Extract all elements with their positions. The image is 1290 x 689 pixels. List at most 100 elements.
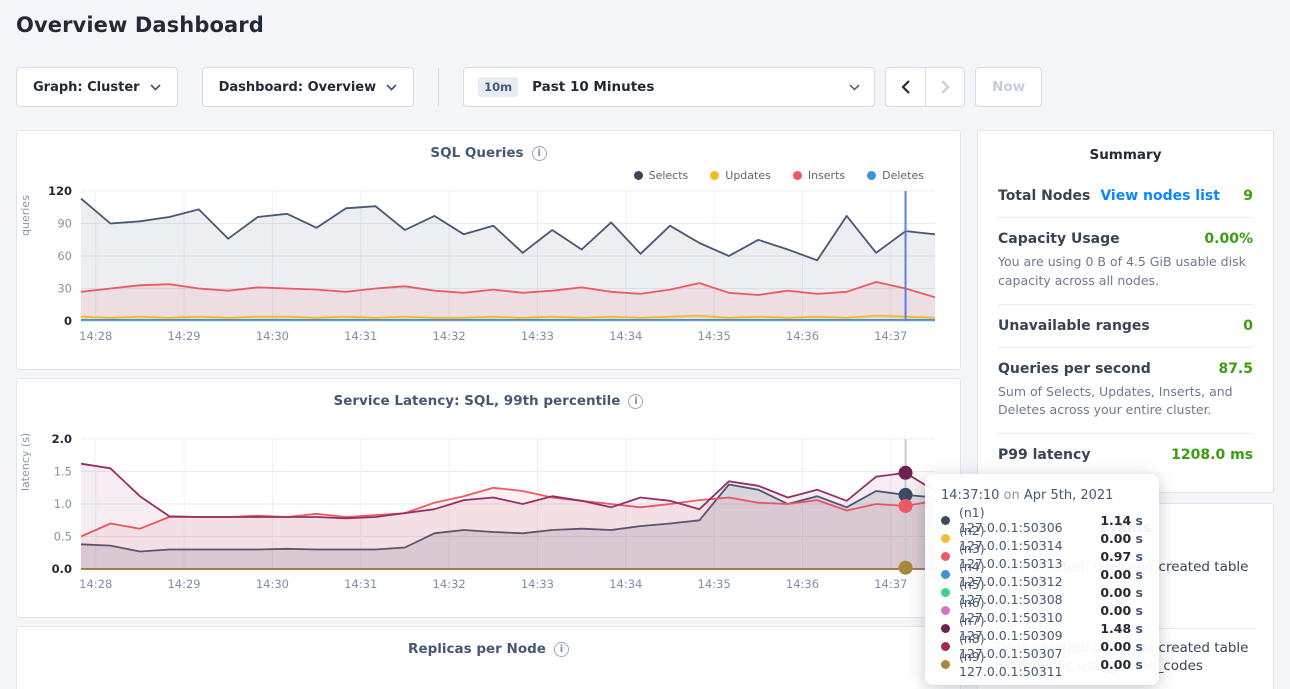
tooltip-node-value: 0.00 s (1100, 657, 1143, 672)
tooltip-node-label: (n9) 127.0.0.1:50311 (959, 649, 1090, 679)
chart-title-text: Service Latency: SQL, 99th percentile (334, 393, 621, 409)
summary-metric-row: P99 latency1208.0 ms (998, 447, 1253, 463)
x-axis-tick: 14:32 (433, 329, 466, 343)
replicas-per-node-title: Replicas per Node i (29, 641, 948, 657)
dashboard-dropdown-label: Dashboard: Overview (219, 80, 377, 95)
legend-label: Selects (649, 169, 689, 182)
tooltip-time: 14:37:10 (941, 488, 999, 503)
summary-metric-value: 9 (1243, 188, 1253, 204)
service-latency-title: Service Latency: SQL, 99th percentile i (29, 393, 948, 409)
service-latency-panel: Service Latency: SQL, 99th percentile i … (16, 378, 961, 618)
y-axis-tick: 0.0 (52, 562, 72, 576)
tooltip-node-value: 0.00 s (1100, 585, 1143, 600)
summary-metric-label: P99 latency (998, 447, 1090, 463)
dashboard-dropdown[interactable]: Dashboard: Overview (202, 67, 415, 107)
x-axis-tick: 14:36 (786, 577, 819, 591)
y-axis-tick: 120 (48, 184, 72, 198)
chevron-right-icon (941, 80, 950, 94)
node-color-dot (941, 642, 950, 651)
overview-dashboard-page: Overview Dashboard Graph: Cluster Dashbo… (0, 0, 1290, 689)
chart-title-text: SQL Queries (430, 145, 523, 161)
legend-item-deletes: Deletes (867, 167, 924, 183)
now-button[interactable]: Now (975, 67, 1042, 107)
chart-hover-tooltip: 14:37:10 on Apr 5th, 2021 (n1) 127.0.0.1… (925, 474, 1159, 685)
node-color-dot (941, 552, 950, 561)
summary-metric-row: Unavailable ranges 0 (998, 318, 1253, 334)
y-axis-tick: 0.5 (54, 530, 72, 544)
x-axis-tick: 14:29 (167, 329, 200, 343)
chevron-left-icon (901, 80, 910, 94)
info-icon[interactable]: i (628, 394, 643, 409)
chart-title-text: Replicas per Node (408, 641, 546, 657)
tooltip-node-unit: s (1131, 567, 1143, 582)
tooltip-rows: (n1) 127.0.0.1:503061.14 s(n2) 127.0.0.1… (941, 511, 1143, 673)
view-nodes-list-link[interactable]: View nodes list (1100, 188, 1220, 204)
time-step-buttons (885, 67, 965, 107)
summary-metric-value: 0.00% (1204, 231, 1253, 247)
summary-metric-row: Capacity Usage 0.00% (998, 231, 1253, 247)
y-axis-tick: 90 (57, 217, 72, 231)
y-axis-tick: 1.0 (54, 497, 72, 511)
summary-metric-label: Total Nodes (998, 188, 1090, 204)
tooltip-node-unit: s (1131, 621, 1143, 636)
legend-label: Inserts (808, 169, 845, 182)
y-axis-unit-label: latency (s) (19, 433, 32, 491)
info-icon[interactable]: i (554, 642, 569, 657)
tooltip-date: Apr 5th, 2021 (1024, 488, 1114, 503)
sql-queries-title: SQL Queries i (29, 145, 948, 161)
y-axis-tick: 60 (57, 249, 72, 263)
x-axis-tick: 14:35 (698, 329, 731, 343)
graph-dropdown-label: Graph: Cluster (33, 80, 140, 95)
legend-label: Updates (725, 169, 771, 182)
y-axis-tick: 2.0 (52, 432, 72, 446)
tooltip-connector: on (1004, 488, 1020, 503)
charts-column: SQL Queries i Selects Updates Inserts Delet… (16, 130, 961, 689)
x-axis-tick: 14:31 (344, 329, 377, 343)
legend-item-updates: Updates (710, 167, 771, 183)
legend-label: Deletes (882, 169, 924, 182)
summary-panel: Summary Total NodesView nodes list9Capac… (977, 130, 1274, 493)
node-color-dot (941, 570, 950, 579)
time-range-badge: 10m (478, 77, 518, 97)
summary-metric-subtext: Sum of Selects, Updates, Inserts, and De… (998, 383, 1253, 421)
legend-item-selects: Selects (634, 167, 689, 183)
summary-metric-row: Queries per second87.5 (998, 361, 1253, 377)
tooltip-node-unit: s (1131, 657, 1143, 672)
summary-metric-label: Queries per second (998, 361, 1151, 377)
chevron-down-icon (386, 84, 397, 91)
sql-queries-chart[interactable]: 030609012014:2814:2914:3014:3114:3214:33… (29, 183, 948, 355)
x-axis-tick: 14:30 (256, 329, 289, 343)
toolbar-divider (438, 68, 439, 106)
legend-dot (867, 171, 876, 180)
tooltip-node-row: (n9) 127.0.0.1:503110.00 s (941, 655, 1143, 673)
x-axis-tick: 14:34 (609, 329, 642, 343)
chevron-down-icon (150, 84, 161, 91)
time-prev-button[interactable] (885, 67, 925, 107)
time-range-dropdown[interactable]: 10m Past 10 Minutes (463, 67, 875, 107)
tooltip-node-value: 1.14 s (1100, 513, 1143, 528)
node-color-dot (941, 516, 950, 525)
x-axis-tick: 14:30 (256, 577, 289, 591)
x-axis-tick: 14:37 (874, 329, 907, 343)
summary-metric-value: 0 (1243, 318, 1253, 334)
legend-dot (710, 171, 719, 180)
x-axis-tick: 14:28 (79, 329, 112, 343)
tooltip-node-unit: s (1131, 549, 1143, 564)
x-axis-tick: 14:37 (874, 577, 907, 591)
tooltip-node-value: 0.00 s (1100, 603, 1143, 618)
service-latency-chart[interactable]: 0.00.51.01.52.014:2814:2914:3014:3114:32… (29, 431, 948, 603)
info-icon[interactable]: i (532, 146, 547, 161)
y-axis-tick: 0 (64, 314, 72, 328)
replicas-per-node-panel: Replicas per Node i (16, 626, 961, 689)
sql-queries-legend: Selects Updates Inserts Deletes (29, 161, 948, 183)
legend-item-inserts: Inserts (793, 167, 845, 183)
summary-metric-label: Unavailable ranges (998, 318, 1150, 334)
legend-dot (634, 171, 643, 180)
summary-metric-label: Capacity Usage (998, 231, 1120, 247)
time-next-button[interactable] (925, 67, 965, 107)
graph-dropdown[interactable]: Graph: Cluster (16, 67, 178, 107)
x-axis-tick: 14:29 (167, 577, 200, 591)
toolbar: Graph: Cluster Dashboard: Overview 10m P… (16, 67, 1274, 107)
chevron-down-icon (849, 84, 860, 91)
node-color-dot (941, 588, 950, 597)
